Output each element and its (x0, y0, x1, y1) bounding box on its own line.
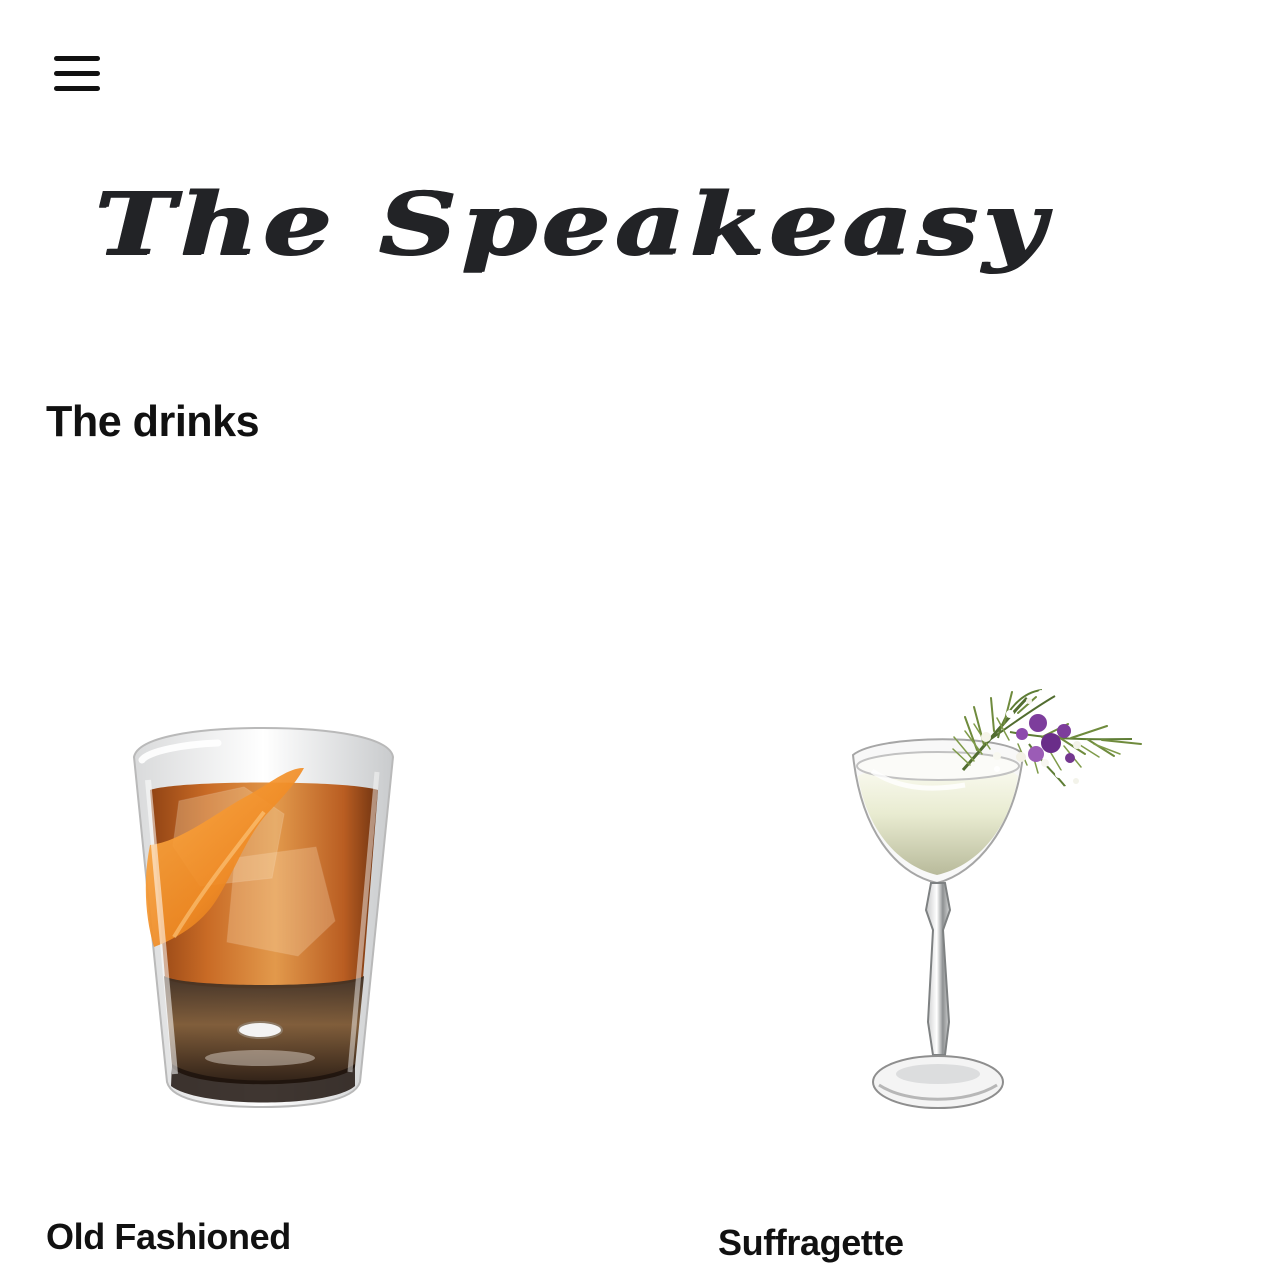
site-logo[interactable]: The Speakeasy (94, 170, 1044, 280)
old-fashioned-glass-image (132, 726, 395, 1109)
drink-card-suffragette[interactable]: Suffragette (718, 560, 1148, 1264)
drink-name[interactable]: Old Fashioned (46, 1215, 291, 1259)
drink-name[interactable]: Suffragette (718, 1221, 904, 1265)
suffragette-image[interactable] (718, 560, 1148, 1140)
hamburger-menu-icon (54, 56, 100, 91)
drink-card-old-fashioned[interactable]: Old Fashioned (46, 560, 476, 1264)
old-fashioned-image[interactable] (46, 560, 476, 1140)
section-heading: The drinks (46, 397, 260, 446)
coupe-glass-with-flower-garnish-image (851, 689, 1142, 1109)
menu-button[interactable] (50, 52, 104, 98)
logo-title: The Speakeasy (94, 174, 1050, 275)
